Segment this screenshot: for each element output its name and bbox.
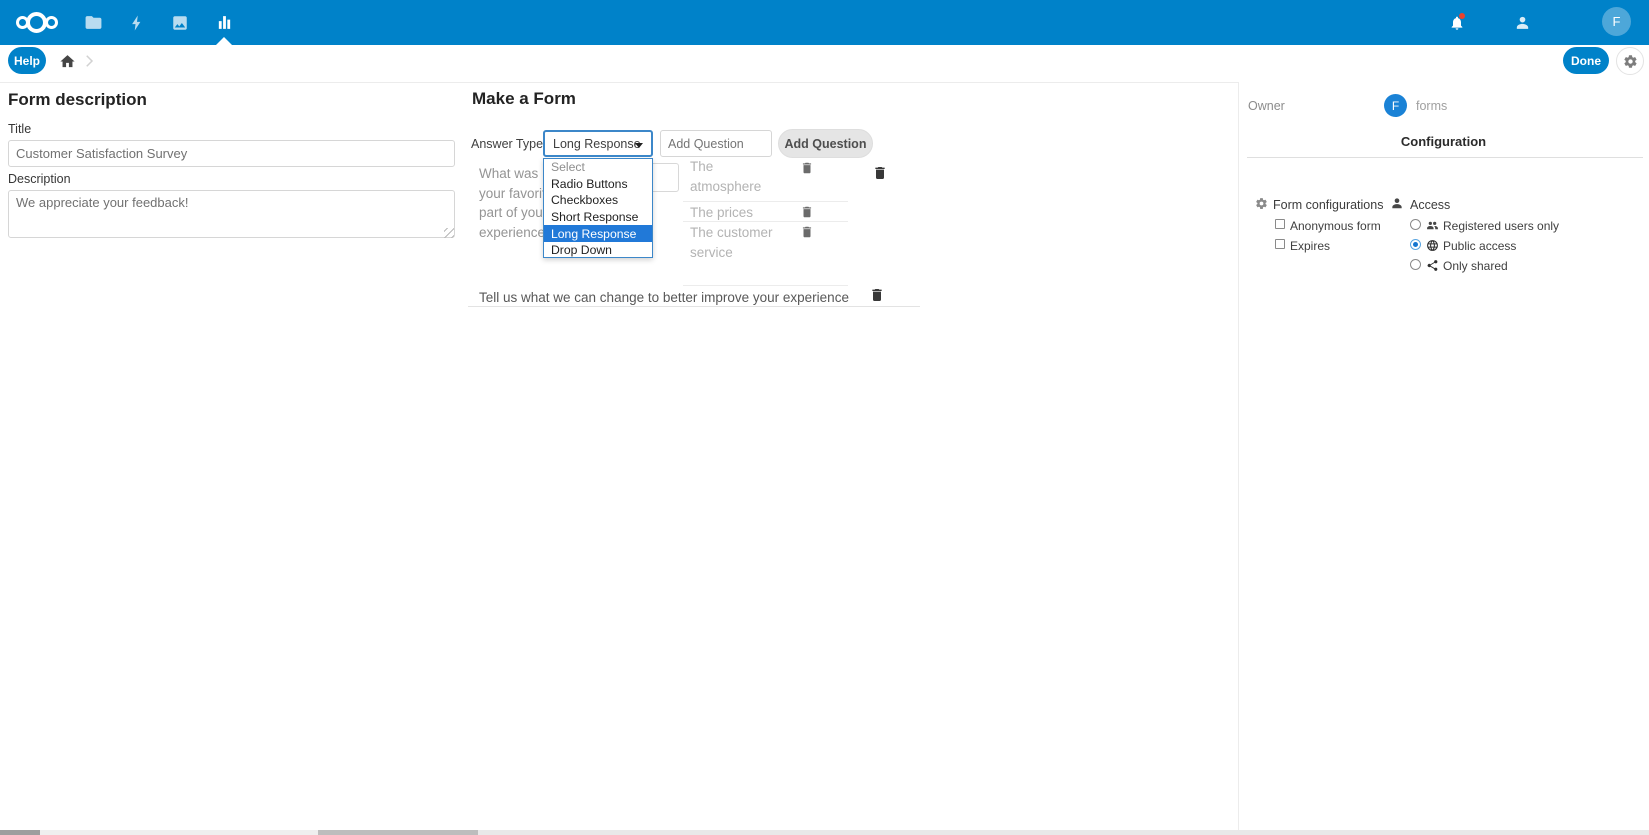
owner-avatar: F [1384,94,1407,117]
form-description-heading: Form description [8,90,147,110]
anonymous-form-label[interactable]: Anonymous form [1290,219,1381,233]
dropdown-option-checkboxes[interactable]: Checkboxes [544,192,652,209]
active-app-indicator [216,37,232,45]
app-activity[interactable] [117,0,157,45]
form-description-input[interactable]: We appreciate your feedback! [8,190,455,238]
app-photos[interactable] [160,0,200,45]
delete-question-1-button[interactable] [872,165,888,181]
description-label: Description [8,172,71,186]
owner-name: forms [1416,99,1447,113]
title-label: Title [8,122,31,136]
question-2-text[interactable]: Tell us what we can change to better imp… [479,288,899,308]
help-button[interactable]: Help [8,47,46,74]
add-question-input[interactable] [660,130,772,157]
settings-button[interactable] [1616,47,1644,75]
dropdown-option-radio-buttons[interactable]: Radio Buttons [544,176,652,193]
breadcrumb-home[interactable] [59,53,76,70]
home-icon [59,53,76,70]
person-icon [1390,196,1404,210]
chevron-down-icon [635,143,643,148]
add-question-button[interactable]: Add Question [778,129,873,158]
configuration-heading: Configuration [1238,134,1649,149]
done-button[interactable]: Done [1563,47,1609,74]
group-icon [1426,219,1439,232]
notifications-button[interactable] [1437,0,1477,45]
answer-type-dropdown-menu: Select Radio Buttons Checkboxes Short Re… [543,158,653,258]
option-separator [683,201,848,202]
trash-icon [800,205,814,219]
lightning-icon [128,14,146,32]
delete-answer-2-button[interactable] [800,205,814,219]
answer-type-selected-value: Long Response [553,137,641,151]
configuration-separator [1247,157,1643,158]
trash-icon [872,165,888,181]
breadcrumb-chevron-icon [80,52,98,75]
contacts-button[interactable] [1502,0,1542,45]
answer-option-3[interactable]: The customer service [690,223,774,262]
scrollbar-segment[interactable] [318,830,478,835]
access-heading: Access [1410,198,1450,212]
owner-label: Owner [1248,99,1285,113]
delete-answer-1-button[interactable] [800,161,814,175]
trash-icon [869,287,885,303]
answer-option-2[interactable]: The prices [690,203,774,223]
sidebar-divider [1238,82,1239,830]
scrollbar-track [478,830,1649,835]
toolbar-bottom-border [0,82,1238,83]
folder-icon [84,13,103,32]
top-header-bar: F [0,0,1649,45]
notification-dot [1459,13,1465,19]
dropdown-option-drop-down[interactable]: Drop Down [544,242,652,259]
answer-option-1[interactable]: The atmosphere [690,157,774,196]
contacts-icon [1514,14,1531,31]
only-shared-radio[interactable] [1410,259,1421,270]
anonymous-form-checkbox[interactable] [1275,219,1285,229]
logo-circle-right [45,16,58,29]
option-separator [683,285,848,286]
public-access-radio[interactable] [1410,239,1421,250]
trash-icon [800,225,814,239]
trash-icon [800,161,814,175]
nextcloud-forms-page: F Help Done Form description Title Descr… [0,0,1649,835]
delete-question-2-button[interactable] [869,287,885,303]
registered-users-label[interactable]: Registered users only [1443,219,1559,233]
only-shared-label[interactable]: Only shared [1443,259,1508,273]
gear-icon [1255,197,1268,210]
make-a-form-heading: Make a Form [472,89,576,109]
app-files[interactable] [73,0,113,45]
public-access-label[interactable]: Public access [1443,239,1516,253]
user-avatar[interactable]: F [1602,7,1631,36]
share-icon [1426,259,1439,272]
form-title-input[interactable] [8,140,455,167]
logo-circle-middle [26,12,47,33]
form-configurations-heading: Form configurations [1273,198,1383,212]
dropdown-option-long-response[interactable]: Long Response [544,225,652,242]
registered-users-radio[interactable] [1410,219,1421,230]
gear-icon [1623,54,1638,69]
expires-checkbox[interactable] [1275,239,1285,249]
bar-chart-icon [216,14,233,31]
expires-label[interactable]: Expires [1290,239,1330,253]
scrollbar-thumb[interactable] [0,830,40,835]
nextcloud-logo[interactable] [14,0,70,45]
dropdown-option-select[interactable]: Select [544,159,652,176]
photo-icon [171,14,189,32]
answer-type-select[interactable]: Long Response [543,130,653,157]
delete-answer-3-button[interactable] [800,225,814,239]
globe-icon [1426,239,1439,252]
answer-type-label: Answer Type: [471,137,547,151]
horizontal-scrollbar [0,830,1649,835]
dropdown-option-short-response[interactable]: Short Response [544,209,652,226]
